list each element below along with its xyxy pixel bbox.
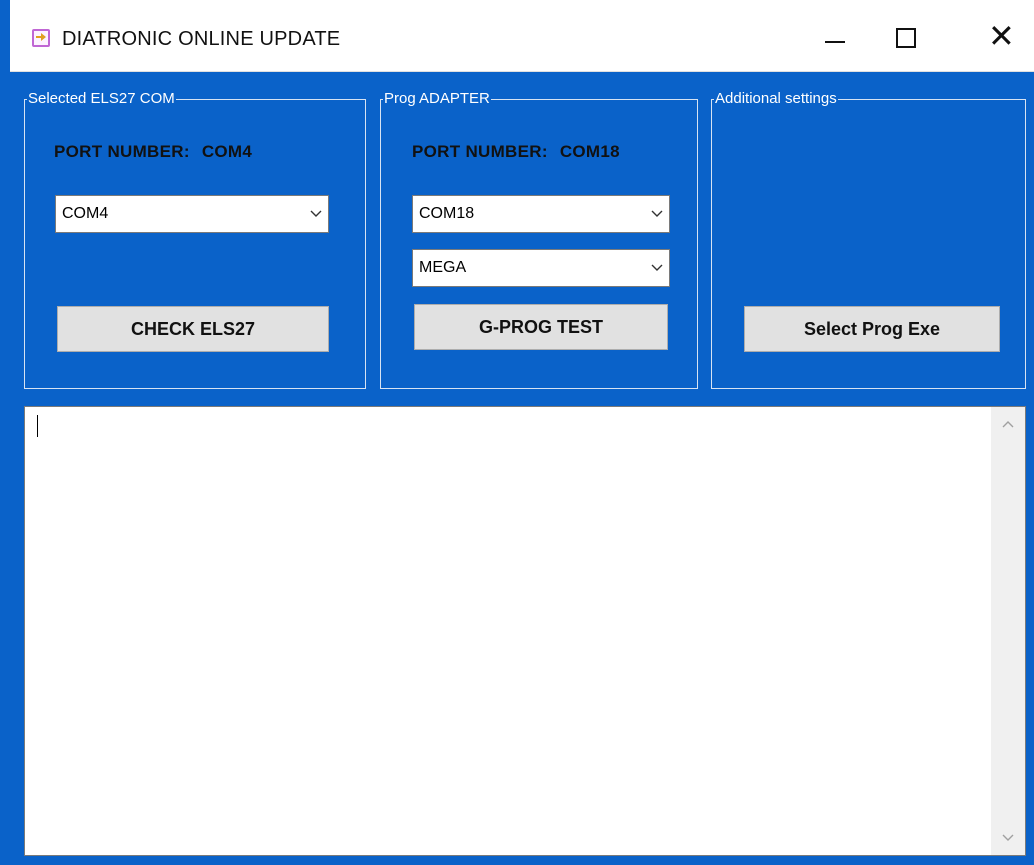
- prog-adapter-port-number-label: PORT NUMBER: COM18: [412, 142, 620, 162]
- els27-port-value: COM4: [201, 142, 253, 161]
- g-prog-test-button[interactable]: G-PROG TEST: [414, 304, 668, 350]
- additional-settings-group: Additional settings Select Prog Exe: [711, 89, 1026, 389]
- prog-adapter-type-select[interactable]: MEGA: [412, 249, 670, 287]
- close-icon: ✕: [988, 17, 1015, 55]
- prog-adapter-com-select[interactable]: COM18: [412, 195, 670, 233]
- scroll-up-icon[interactable]: [1001, 417, 1015, 431]
- prog-adapter-port-caption: PORT NUMBER:: [412, 142, 548, 161]
- maximize-button[interactable]: [858, 0, 950, 72]
- app-update-icon: [32, 29, 50, 47]
- els27-port-number-label: PORT NUMBER: COM4: [54, 142, 252, 162]
- chevron-down-icon: [651, 208, 663, 218]
- prog-adapter-port-value: COM18: [559, 142, 620, 161]
- scroll-down-icon[interactable]: [1001, 831, 1015, 845]
- minimize-icon: [825, 41, 845, 43]
- output-log-textarea[interactable]: [24, 406, 1026, 856]
- title-bar[interactable]: DIATRONIC ONLINE UPDATE ✕: [10, 0, 1034, 72]
- els27-com-group: Selected ELS27 COM PORT NUMBER: COM4 COM4…: [24, 89, 366, 389]
- maximize-icon: [896, 28, 916, 48]
- select-prog-exe-button[interactable]: Select Prog Exe: [744, 306, 1000, 352]
- prog-adapter-com-select-value: COM18: [419, 205, 475, 222]
- els27-com-select-value: COM4: [62, 205, 109, 222]
- text-caret: [37, 415, 38, 437]
- els27-com-select[interactable]: COM4: [55, 195, 329, 233]
- els27-group-legend: Selected ELS27 COM: [27, 89, 176, 109]
- chevron-down-icon: [651, 262, 663, 272]
- window-title: DIATRONIC ONLINE UPDATE: [62, 28, 341, 50]
- chevron-down-icon: [310, 208, 322, 218]
- els27-port-caption: PORT NUMBER:: [54, 142, 190, 161]
- check-els27-button[interactable]: CHECK ELS27: [57, 306, 329, 352]
- additional-settings-group-legend: Additional settings: [714, 89, 838, 109]
- prog-adapter-type-select-value: MEGA: [419, 259, 467, 276]
- close-button[interactable]: ✕: [946, 0, 1034, 72]
- vertical-scrollbar[interactable]: [991, 407, 1025, 855]
- prog-adapter-group: Prog ADAPTER PORT NUMBER: COM18 COM18 MEG…: [380, 89, 698, 389]
- prog-adapter-group-legend: Prog ADAPTER: [383, 89, 491, 109]
